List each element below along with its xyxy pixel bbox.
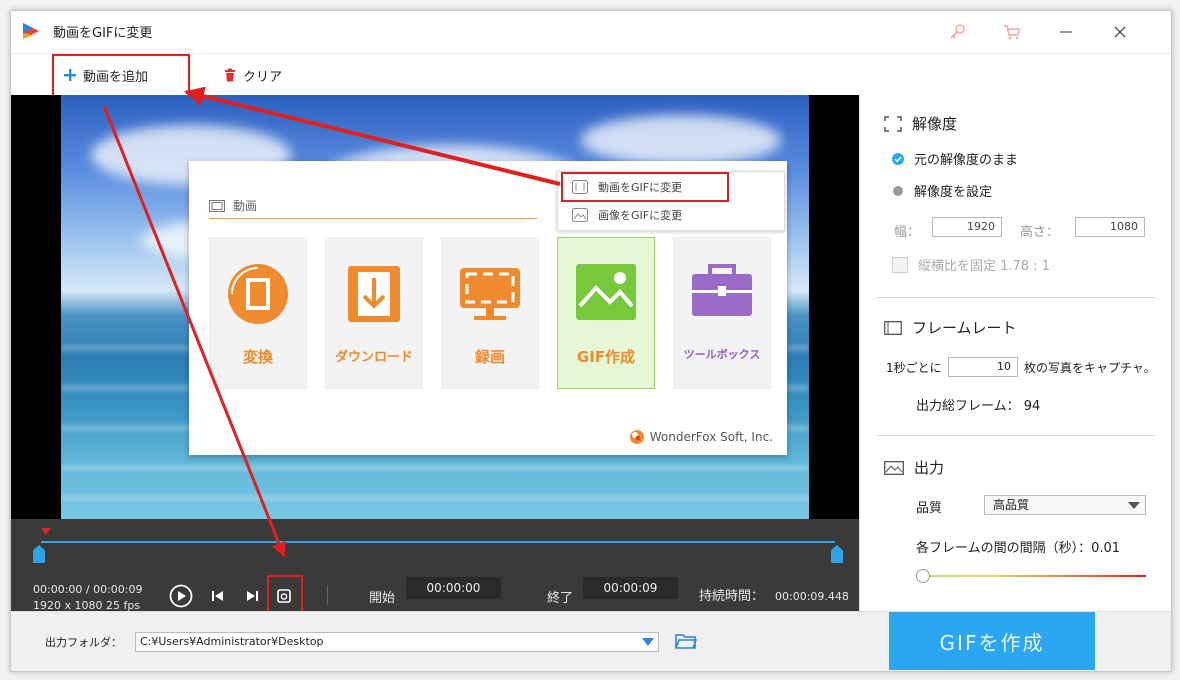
arrow-to-snapshot (102, 105, 286, 558)
annotation-arrows (102, 86, 561, 558)
arrow-to-add-video (184, 86, 561, 186)
